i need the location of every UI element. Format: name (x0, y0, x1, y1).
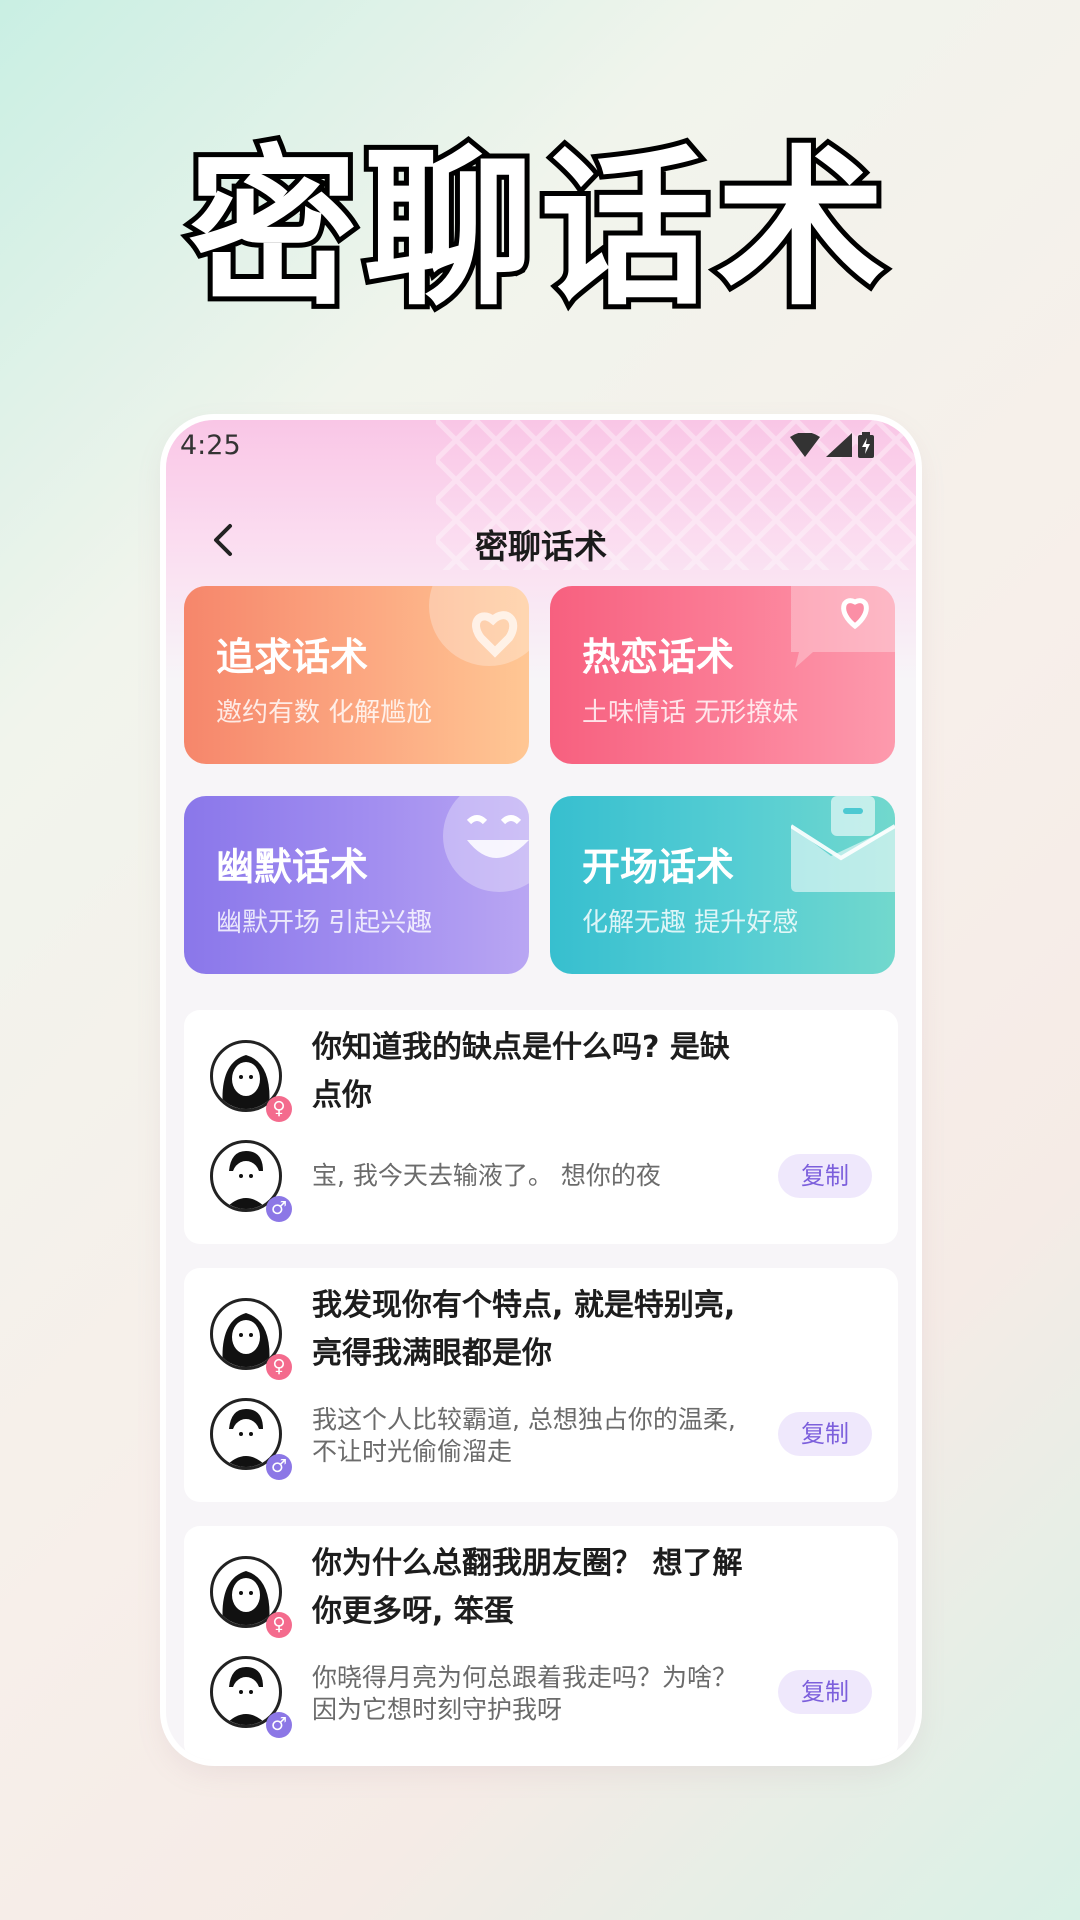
envelope-icon (791, 796, 895, 892)
category-card-opening[interactable]: 开场话术 化解无趣 提升好感 (550, 796, 895, 974)
smiley-face-icon (443, 796, 529, 892)
chat-list[interactable]: ♀ 你知道我的缺点是什么吗? 是缺点你 ♂ 宝, 我今天去输液了。 想你的夜 复… (184, 1010, 898, 1760)
category-card-love[interactable]: 热恋话术 土味情话 无形撩妹 (550, 586, 895, 764)
category-subtitle: 化解无趣 提升好感 (582, 908, 799, 938)
chat-card: ♀ 你知道我的缺点是什么吗? 是缺点你 ♂ 宝, 我今天去输液了。 想你的夜 复… (184, 1010, 898, 1244)
answer-text: 你晓得月亮为何总跟着我走吗？为啥？因为它想时刻守护我呀 (312, 1663, 738, 1724)
category-title: 追求话术 (216, 635, 369, 679)
question-text: 你知道我的缺点是什么吗? 是缺点你 (312, 1030, 730, 1113)
category-subtitle: 邀约有数 化解尴尬 (216, 698, 433, 728)
male-badge: ♂ (266, 1712, 292, 1738)
category-title: 开场话术 (582, 845, 735, 889)
female-badge: ♀ (266, 1096, 292, 1122)
category-subtitle: 幽默开场 引起兴趣 (216, 908, 433, 938)
answer-text: 我这个人比较霸道, 总想独占你的温柔, 不让时光偷偷溜走 (312, 1405, 736, 1466)
copy-button[interactable]: 复制 (778, 1154, 872, 1198)
nav-bar: 密聊话术 (166, 490, 916, 590)
copy-button[interactable]: 复制 (778, 1412, 872, 1456)
heart-message-icon (791, 586, 895, 668)
female-badge: ♀ (266, 1354, 292, 1380)
wifi-icon (790, 433, 820, 457)
answer-text: 宝, 我今天去输液了。 想你的夜 (312, 1161, 661, 1190)
promo-title: 密聊话术 (183, 126, 892, 334)
male-badge: ♂ (266, 1454, 292, 1480)
category-card-pursue[interactable]: 追求话术 邀约有数 化解尴尬 (184, 586, 529, 764)
category-subtitle: 土味情话 无形撩妹 (582, 698, 799, 728)
battery-icon (858, 432, 874, 458)
chat-card: ♀ 我发现你有个特点, 就是特别亮, 亮得我满眼都是你 ♂ 我这个人比较霸道, … (184, 1268, 898, 1502)
male-badge: ♂ (266, 1196, 292, 1222)
phone-screen: 4:25 密聊话术 追求话术 邀约有数 化解尴尬 热恋话术 土味情话 无形撩妹 (166, 420, 916, 1760)
category-card-humor[interactable]: 幽默话术 幽默开场 引起兴趣 (184, 796, 529, 974)
heart-bubble-icon (429, 586, 529, 666)
copy-button[interactable]: 复制 (778, 1670, 872, 1714)
status-bar: 4:25 (166, 420, 916, 470)
signal-icon (826, 433, 852, 457)
category-title: 幽默话术 (216, 845, 369, 889)
status-time: 4:25 (180, 430, 241, 461)
female-badge: ♀ (266, 1612, 292, 1638)
question-text: 你为什么总翻我朋友圈？ 想了解你更多呀, 笨蛋 (312, 1546, 743, 1629)
category-title: 热恋话术 (582, 635, 735, 679)
question-text: 我发现你有个特点, 就是特别亮, 亮得我满眼都是你 (312, 1288, 736, 1371)
status-icons (790, 432, 874, 458)
page-title: 密聊话术 (475, 527, 607, 566)
chat-card: ♀ 你为什么总翻我朋友圈？ 想了解你更多呀, 笨蛋 ♂ 你晓得月亮为何总跟着我走… (184, 1526, 898, 1760)
